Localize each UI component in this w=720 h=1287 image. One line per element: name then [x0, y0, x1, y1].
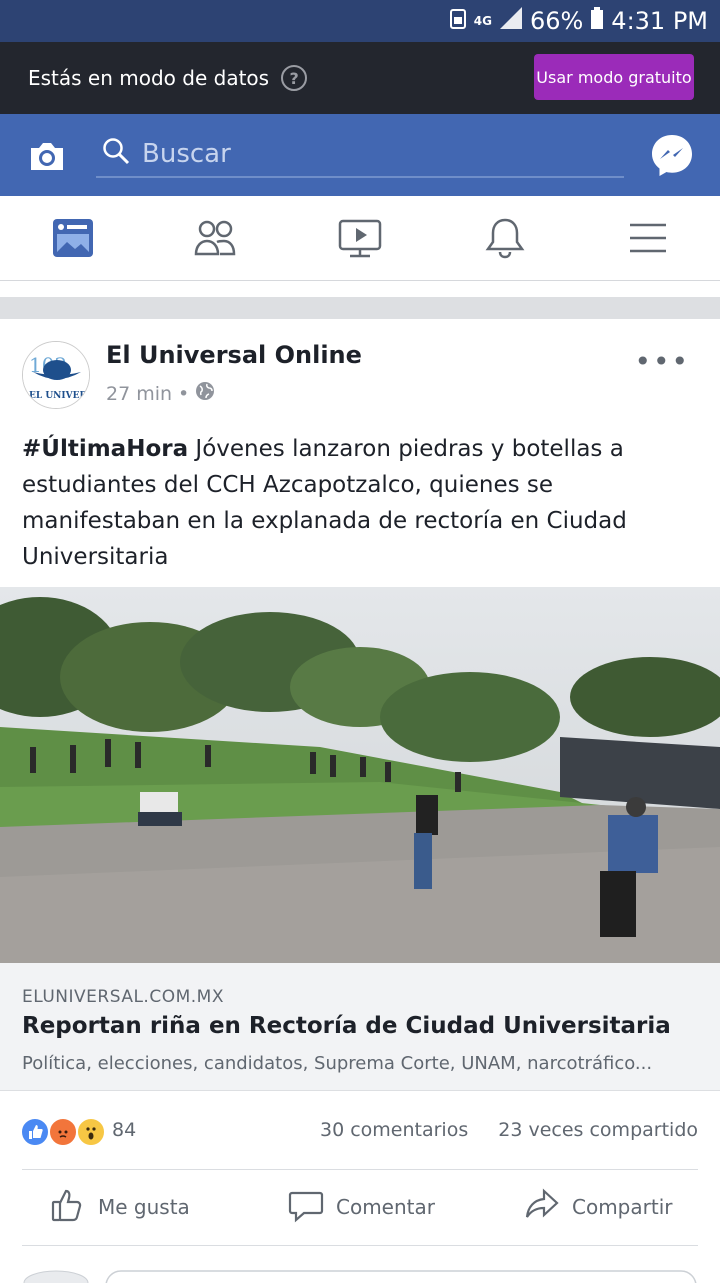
page-name[interactable]: El Universal Online [106, 341, 362, 369]
divider [22, 1245, 698, 1246]
wow-reaction-icon[interactable] [76, 1117, 106, 1147]
messenger-icon[interactable] [650, 133, 694, 177]
like-label: Me gusta [98, 1195, 190, 1219]
free-mode-button[interactable]: Usar modo gratuito [534, 54, 694, 100]
friends-icon[interactable] [193, 216, 237, 260]
search-icon [102, 137, 130, 172]
link-title: Reportan riña en Rectoría de Ciudad Univ… [22, 1013, 671, 1039]
link-preview[interactable]: ELUNIVERSAL.COM.MX Reportan riña en Rect… [0, 963, 720, 1091]
post-text: #ÚltimaHora Jóvenes lanzaron piedras y b… [22, 431, 698, 575]
like-button[interactable]: Me gusta [50, 1171, 190, 1243]
status-bar: 4G 66% 4:31 PM [0, 0, 720, 42]
sim-icon [449, 7, 466, 35]
battery-icon [591, 7, 604, 35]
clock: 4:31 PM [611, 7, 708, 35]
divider [22, 1169, 698, 1170]
search-input[interactable]: Buscar [96, 132, 624, 178]
camera-icon[interactable] [27, 136, 67, 176]
data-mode-banner: Estás en modo de datos ? Usar modo gratu… [0, 42, 720, 114]
feed-divider [0, 297, 720, 319]
data-mode-text: Estás en modo de datos [28, 66, 270, 90]
link-domain: ELUNIVERSAL.COM.MX [22, 987, 224, 1007]
share-icon [524, 1187, 560, 1228]
post-photo[interactable] [0, 587, 720, 963]
notifications-icon[interactable] [483, 216, 527, 260]
comment-label: Comentar [336, 1195, 435, 1219]
angry-reaction-icon[interactable] [48, 1117, 78, 1147]
comment-button[interactable]: Comentar [288, 1171, 435, 1243]
help-icon[interactable]: ? [281, 65, 308, 91]
comment-icon [288, 1187, 324, 1228]
feed-post: 102 EL UNIVERSAL El Universal Online 27 … [0, 319, 720, 1287]
svg-text:EL UNIVERSAL: EL UNIVERSAL [29, 391, 90, 401]
thumbs-up-icon [50, 1187, 86, 1228]
share-label: Compartir [572, 1195, 673, 1219]
comments-count[interactable]: 30 comentarios [320, 1119, 468, 1141]
comment-composer-preview [0, 1263, 720, 1287]
more-options-icon[interactable]: ••• [634, 345, 690, 378]
shares-count[interactable]: 23 veces compartido [498, 1119, 698, 1141]
post-meta: 27 min • [106, 381, 215, 406]
top-bar: Buscar [0, 114, 720, 196]
news-feed-icon[interactable] [51, 216, 95, 260]
reactions-bar: 84 30 comentarios 23 veces compartido [0, 1109, 720, 1153]
like-reaction-icon[interactable] [20, 1117, 50, 1147]
menu-icon[interactable] [626, 216, 670, 260]
link-description: Política, elecciones, candidatos, Suprem… [22, 1053, 653, 1074]
reaction-count[interactable]: 84 [112, 1119, 136, 1141]
post-actions: Me gusta Comentar Compartir [0, 1171, 720, 1243]
nav-bar [0, 196, 720, 281]
share-button[interactable]: Compartir [524, 1171, 672, 1243]
meta-separator: • [178, 382, 190, 405]
post-time[interactable]: 27 min [106, 383, 172, 405]
network-type: 4G [473, 14, 492, 28]
hashtag-link[interactable]: #ÚltimaHora [22, 436, 188, 462]
search-placeholder: Buscar [142, 139, 231, 169]
battery-level: 66% [529, 7, 584, 35]
globe-icon [195, 381, 215, 406]
signal-icon [499, 7, 522, 35]
spacer [0, 281, 720, 297]
page-avatar[interactable]: 102 EL UNIVERSAL [22, 341, 90, 409]
watch-icon[interactable] [338, 216, 382, 260]
